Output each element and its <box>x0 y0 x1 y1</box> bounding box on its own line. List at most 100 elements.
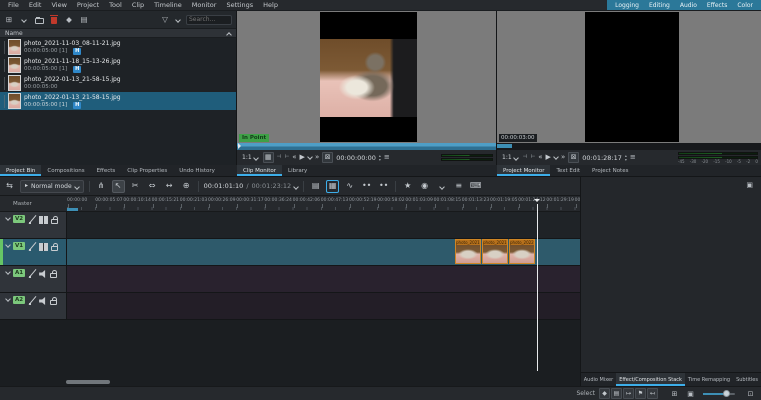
workspace-tab-color[interactable]: Color <box>737 2 753 9</box>
track-target-v2[interactable]: V2 <box>13 215 25 223</box>
tab-project-bin[interactable]: Project Bin <box>0 165 41 176</box>
tab-effect-composition-stack[interactable]: Effect/Composition Stack <box>616 373 685 386</box>
timecode-spinner[interactable]: ▴▾ <box>379 154 381 161</box>
effects-icon[interactable] <box>28 269 36 278</box>
collapse-track-icon[interactable] <box>5 296 11 302</box>
skip-forward-button[interactable]: » <box>315 154 319 161</box>
add-clip-icon[interactable]: ⊞ <box>4 14 14 25</box>
menu-file[interactable]: File <box>3 1 24 9</box>
zone-out-icon[interactable]: ⊢ <box>530 155 535 161</box>
track-lane-v1[interactable]: photo_2021-photo_2021-photo_2022- <box>67 239 580 265</box>
track-lane-a2[interactable] <box>67 293 580 319</box>
overwrite-mode-icon[interactable]: ↦ <box>623 388 634 399</box>
skip-back-button[interactable]: « <box>292 154 296 161</box>
zoom-fit-icon[interactable]: ⊡ <box>745 388 756 399</box>
tab-undo-history[interactable]: Undo History <box>173 165 221 176</box>
keyboard-icon[interactable]: ⌨ <box>469 180 482 193</box>
razor-tool-icon[interactable]: ✂ <box>129 180 142 193</box>
tab-text-edit[interactable]: Text Edit <box>550 165 586 176</box>
slider-handle[interactable] <box>723 390 730 397</box>
favorite-effects-icon[interactable]: ★ <box>401 180 414 193</box>
audio-thumbnails-icon[interactable]: ∿ <box>343 180 356 193</box>
playhead[interactable] <box>537 204 538 371</box>
bin-item[interactable]: photo_2022-01-13_21-58-15.jpg00:00:05:00… <box>0 92 236 110</box>
menu-project[interactable]: Project <box>72 1 104 9</box>
clip-monitor-display[interactable]: In Point <box>237 11 496 143</box>
collapse-track-icon[interactable] <box>5 269 11 275</box>
lock-track-icon[interactable] <box>51 246 58 251</box>
workspace-tab-audio[interactable]: Audio <box>680 2 697 9</box>
effects-icon[interactable] <box>28 296 36 305</box>
loop-zone-icon[interactable]: ⊠ <box>568 152 579 163</box>
track-tools-icon[interactable]: ⇆ <box>3 180 16 193</box>
mix-clips-icon[interactable]: ⋔ <box>95 180 108 193</box>
menu-clip[interactable]: Clip <box>127 1 149 9</box>
selection-tool-icon[interactable]: ↖ <box>112 180 125 193</box>
view-mode-icon[interactable]: ▤ <box>79 14 89 25</box>
tab-library[interactable]: Library <box>282 165 313 176</box>
add-clip-dropdown-icon[interactable] <box>19 14 29 25</box>
project-monitor-scrub-bar[interactable] <box>497 143 761 150</box>
record-icon[interactable]: ◉ <box>418 180 431 193</box>
menu-timeline[interactable]: Timeline <box>149 1 187 9</box>
create-folder-icon[interactable] <box>34 14 44 25</box>
play-options-icon[interactable] <box>308 154 312 162</box>
flag-icon[interactable]: ⚑ <box>635 388 646 399</box>
track-header-a1[interactable]: A1 <box>0 266 67 292</box>
edit-mode-select[interactable]: ▸ Normal mode <box>20 180 84 193</box>
bin-column-header[interactable]: Name <box>0 28 236 38</box>
snap-points-icon[interactable]: •• <box>377 180 390 193</box>
timeline-zone[interactable] <box>67 208 78 211</box>
menu-tool[interactable]: Tool <box>104 1 127 9</box>
tab-project-notes[interactable]: Project Notes <box>586 165 634 176</box>
menu-settings[interactable]: Settings <box>221 1 258 9</box>
timeline-hscrollbar[interactable] <box>66 380 110 384</box>
tab-effects[interactable]: Effects <box>91 165 122 176</box>
track-lane-v2[interactable] <box>67 212 580 238</box>
audio-track-icon[interactable] <box>39 270 47 278</box>
timeline-clip[interactable]: photo_2021- <box>455 239 481 264</box>
delete-icon[interactable] <box>49 14 59 25</box>
monitor-menu-icon[interactable]: ≡ <box>630 154 636 161</box>
workspace-tab-effects[interactable]: Effects <box>707 2 727 9</box>
play-button[interactable]: ▶ <box>546 154 551 161</box>
clip-monitor-timecode[interactable]: 00:00:00:00 <box>336 154 376 162</box>
skip-back-button[interactable]: « <box>538 154 542 161</box>
tab-subtitles[interactable]: Subtitles <box>733 373 761 386</box>
effects-icon[interactable] <box>28 242 36 251</box>
zone-in-icon[interactable]: ⊣ <box>523 155 528 161</box>
timeline-ruler[interactable]: 00:00:0000:00:05:0700:00:10:1400:00:15:2… <box>67 196 580 212</box>
video-thumbnails-icon[interactable]: ▦ <box>326 180 339 193</box>
bin-item[interactable]: photo_2021-11-03_08-11-21.jpg00:00:05:00… <box>0 38 236 56</box>
panel-options-icon[interactable]: ▣ <box>746 181 753 189</box>
audio-track-icon[interactable] <box>39 297 47 305</box>
track-header-a2[interactable]: A2 <box>0 293 67 319</box>
lock-track-icon[interactable] <box>50 273 57 278</box>
track-target-a1[interactable]: A1 <box>13 269 25 277</box>
zone-out-icon[interactable]: ⊢ <box>284 155 289 161</box>
track-header-v1[interactable]: V1 <box>0 239 67 265</box>
filter-icon[interactable]: ▽ <box>160 14 170 25</box>
tab-clip-monitor[interactable]: Clip Monitor <box>237 165 282 176</box>
monitor-zoom-select[interactable]: 1:1 <box>500 152 520 163</box>
collapse-track-icon[interactable] <box>5 242 11 248</box>
play-options-icon[interactable] <box>554 154 558 162</box>
film-icon[interactable]: ▤ <box>611 388 622 399</box>
project-monitor-timecode[interactable]: 00:01:28:17 <box>582 154 622 162</box>
tab-audio-mixer[interactable]: Audio Mixer <box>581 373 616 386</box>
insert-mode-icon[interactable]: ↤ <box>647 388 658 399</box>
record-dropdown-icon[interactable] <box>435 180 448 193</box>
tags-icon[interactable]: ◆ <box>64 14 74 25</box>
lock-track-icon[interactable] <box>50 300 57 305</box>
clip-monitor-scrub-bar[interactable] <box>237 143 496 150</box>
tab-project-monitor[interactable]: Project Monitor <box>497 165 550 176</box>
track-header-v2[interactable]: V2 <box>0 212 67 238</box>
bin-item[interactable]: photo_2022-01-13_21-58-15.jpg00:00:05:00 <box>0 74 236 92</box>
markers-icon[interactable]: •• <box>360 180 373 193</box>
menu-monitor[interactable]: Monitor <box>187 1 222 9</box>
spacer-tool-icon[interactable]: ⇔ <box>146 180 159 193</box>
collapse-track-icon[interactable] <box>5 215 11 221</box>
project-monitor-display[interactable]: 00:00:03:00 <box>497 11 761 143</box>
track-target-a2[interactable]: A2 <box>13 296 25 304</box>
workspace-tab-editing[interactable]: Editing <box>649 2 670 9</box>
